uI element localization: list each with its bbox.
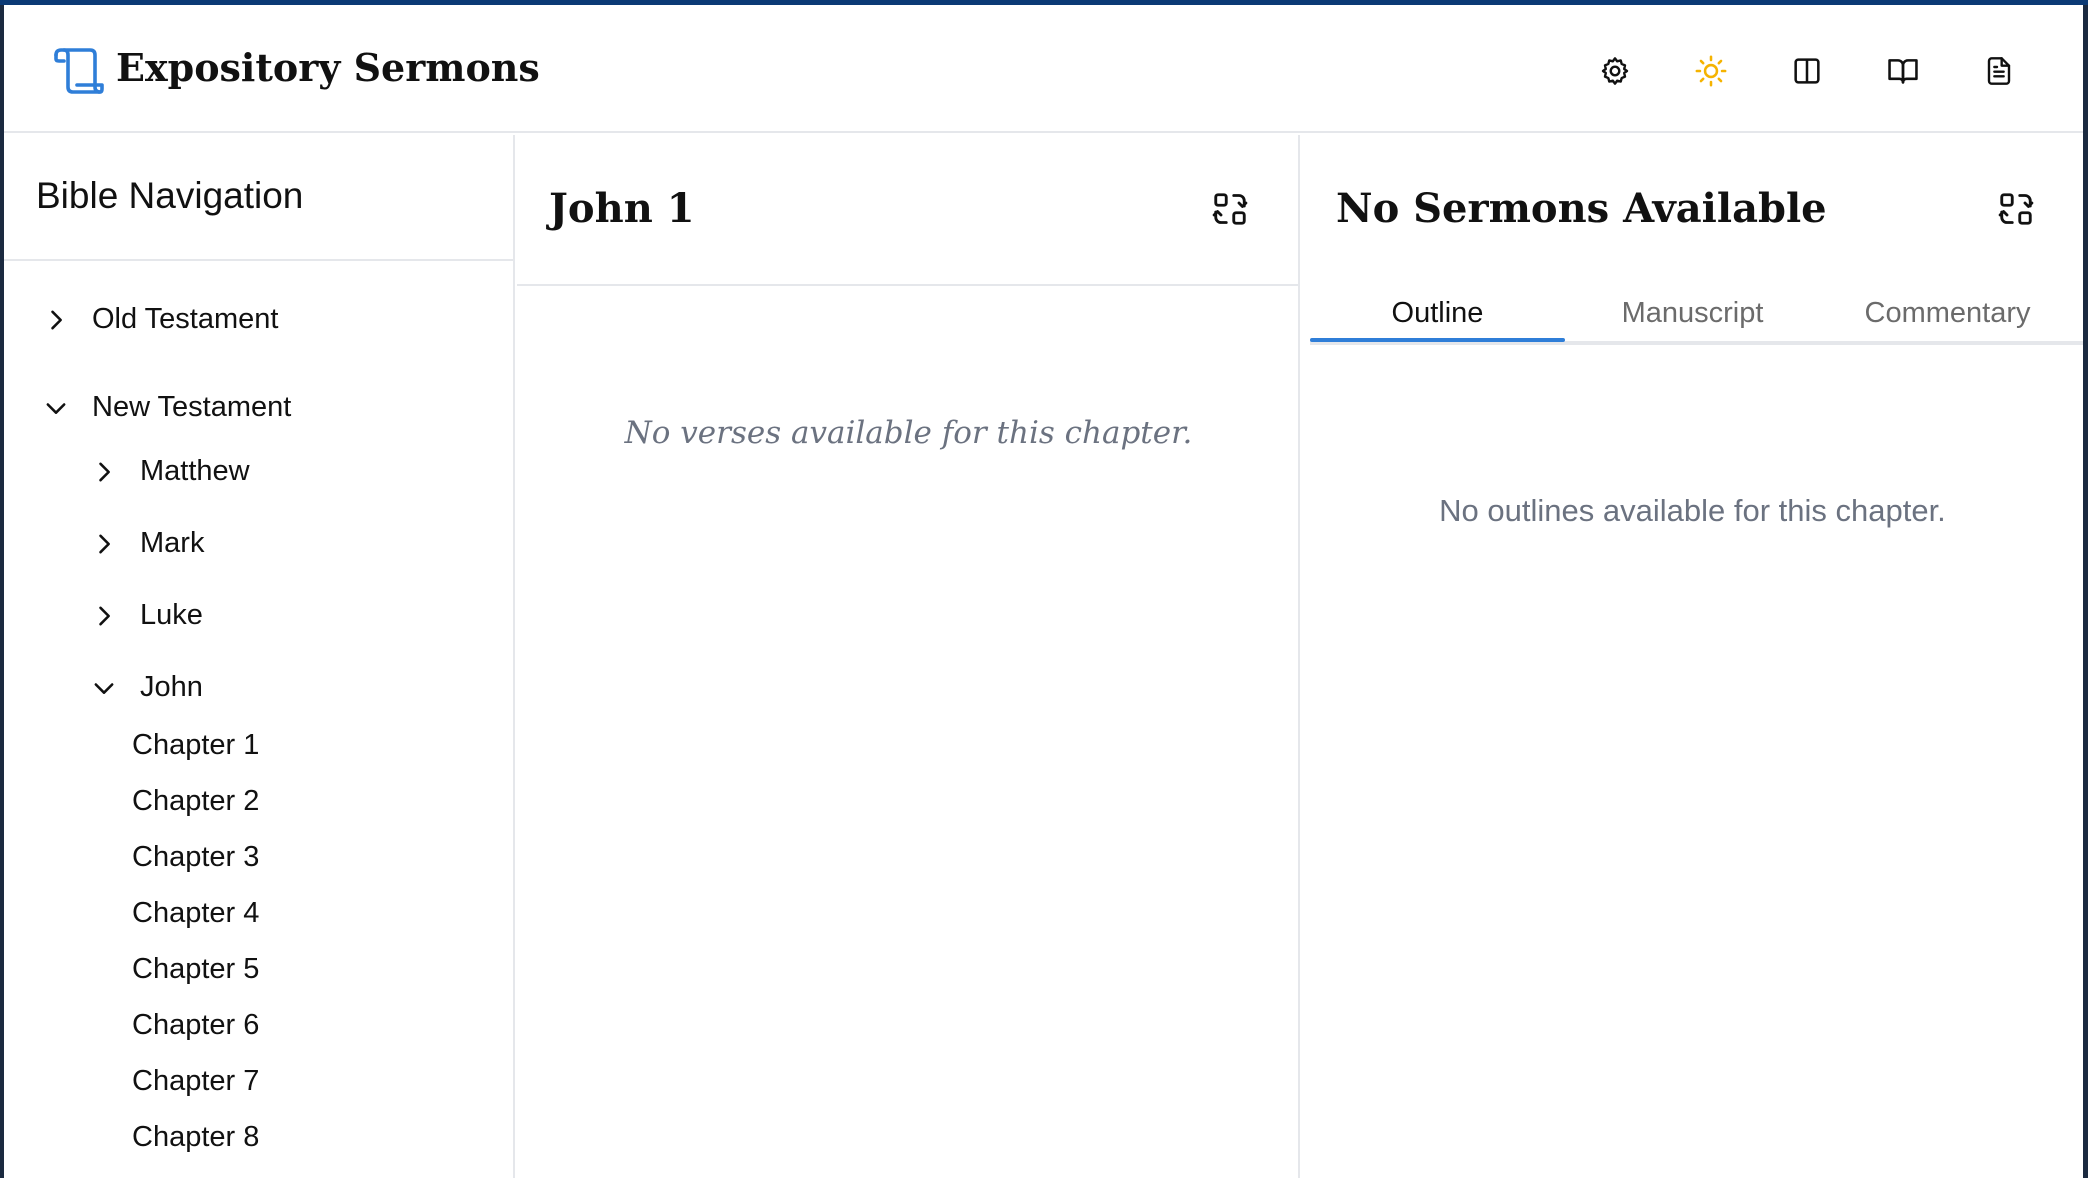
swap-panes-icon[interactable] [1212, 191, 1248, 227]
chevron-down-icon [94, 682, 114, 694]
divider [4, 259, 515, 261]
chapter-link-6[interactable]: Chapter 6 [132, 1009, 259, 1042]
divider [517, 284, 1300, 286]
scripture-title: John 1 [549, 185, 695, 232]
empty-state-message: No outlines available for this chapter. [1439, 493, 1946, 528]
empty-state-message: No verses available for this chapter. [624, 415, 1193, 451]
chapter-link-8[interactable]: Chapter 8 [132, 1121, 259, 1154]
tree-item-new-testament[interactable]: New Testament [42, 391, 291, 424]
sermon-pane: No Sermons Available Outline Manuscript … [1302, 135, 2083, 1178]
chapter-link-4[interactable]: Chapter 4 [132, 897, 259, 930]
tree-item-luke[interactable]: Luke [90, 599, 203, 632]
tree-item-mark[interactable]: Mark [90, 527, 204, 560]
tab-manuscript[interactable]: Manuscript [1565, 295, 1820, 345]
scripture-pane: John 1 No verses available for this chap… [517, 135, 1300, 1178]
sidebar-title: Bible Navigation [36, 175, 304, 216]
tab-label: Manuscript [1621, 297, 1764, 329]
theme-toggle-button[interactable] [1691, 51, 1731, 91]
tree-item-label: Matthew [140, 455, 250, 487]
active-tab-indicator [1310, 338, 1565, 342]
swap-panes-icon[interactable] [1998, 191, 2034, 227]
tab-commentary[interactable]: Commentary [1820, 295, 2075, 345]
chapter-link-5[interactable]: Chapter 5 [132, 953, 259, 986]
tree-item-label: Luke [140, 599, 203, 631]
tab-outline[interactable]: Outline [1310, 295, 1565, 345]
tree-item-label: New Testament [92, 391, 292, 423]
app-header: Expository Sermons [4, 5, 2083, 133]
sun-icon [1695, 55, 1727, 87]
chevron-right-icon [51, 310, 62, 329]
chevron-right-icon [99, 462, 110, 481]
open-book-icon [1888, 59, 1918, 84]
split-view-button[interactable] [1787, 51, 1827, 91]
columns-icon [1794, 58, 1820, 84]
tree-item-old-testament[interactable]: Old Testament [42, 303, 278, 336]
bible-navigation-sidebar: Bible Navigation Old Testament New Testa… [4, 135, 515, 1178]
app-title: Expository Sermons [116, 45, 540, 90]
sermon-tabs: Outline Manuscript Commentary [1310, 295, 2083, 345]
tab-label: Commentary [1864, 297, 2031, 329]
settings-icon [1601, 57, 1629, 85]
document-icon [1987, 57, 2011, 85]
app-window: Expository Sermons Bible Navigation Old … [4, 5, 2083, 1178]
chevron-right-icon [99, 606, 110, 625]
chapter-link-1[interactable]: Chapter 1 [132, 729, 259, 762]
tab-label: Outline [1391, 297, 1484, 329]
tree-item-john[interactable]: John [90, 671, 203, 704]
chevron-right-icon [99, 534, 110, 553]
chapter-link-3[interactable]: Chapter 3 [132, 841, 259, 874]
tree-item-label: Mark [140, 527, 205, 559]
tree-item-matthew[interactable]: Matthew [90, 455, 250, 488]
tree-item-label: John [140, 671, 203, 703]
chapter-link-2[interactable]: Chapter 2 [132, 785, 259, 818]
settings-button[interactable] [1595, 51, 1635, 91]
sermon-title: No Sermons Available [1336, 185, 1827, 232]
sermon-view-button[interactable] [1979, 51, 2019, 91]
tree-item-label: Old Testament [92, 303, 279, 335]
chevron-down-icon [46, 402, 66, 414]
chapter-link-7[interactable]: Chapter 7 [132, 1065, 259, 1098]
bible-view-button[interactable] [1883, 51, 1923, 91]
scroll-icon [54, 48, 104, 94]
